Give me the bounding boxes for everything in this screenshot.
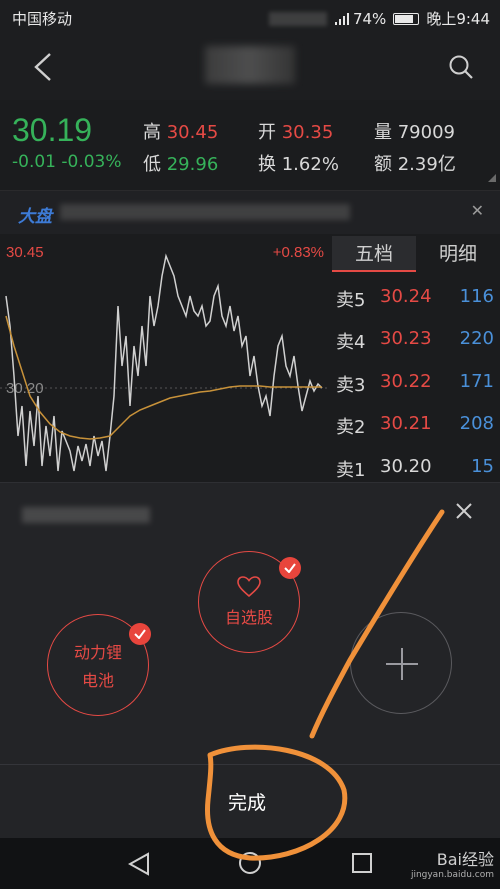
status-bar: 中国移动 74% 晚上9:44 xyxy=(0,0,500,34)
news-text-blurred xyxy=(60,204,350,220)
ask-label: 卖5 xyxy=(336,290,366,311)
open-label: 开 xyxy=(258,122,276,143)
ask-volume: 15 xyxy=(471,456,494,477)
low-label: 低 xyxy=(143,154,161,175)
home-circle-icon[interactable] xyxy=(238,851,262,875)
ask-price: 30.22 xyxy=(380,371,432,392)
add-group-button[interactable] xyxy=(350,612,452,714)
amount-item: 额 2.39亿 xyxy=(374,150,456,176)
ask-row-4: 卖4 30.23 220 xyxy=(332,328,500,358)
signal-icon xyxy=(334,12,349,25)
watermark-url: jingyan.baidu.com xyxy=(410,870,494,880)
price-line xyxy=(5,253,323,472)
ask-label: 卖1 xyxy=(336,460,366,481)
recents-square-icon[interactable] xyxy=(351,852,373,874)
ask-row-2: 卖2 30.21 208 xyxy=(332,413,500,443)
expand-caret-icon[interactable] xyxy=(486,174,496,182)
ask-volume: 171 xyxy=(459,371,494,392)
tab-details[interactable]: 明细 xyxy=(416,236,500,272)
order-book: 五档 明细 卖5 30.24 116 卖4 30.23 220 卖3 30.22… xyxy=(332,236,500,486)
ask-price: 30.23 xyxy=(380,328,432,349)
ask-price: 30.21 xyxy=(380,413,432,434)
carrier-name: 中国移动 xyxy=(12,10,73,28)
close-icon[interactable] xyxy=(454,501,474,521)
ask-label: 卖4 xyxy=(336,332,366,353)
intraday-chart[interactable]: 30.45 +0.83% 30.20 xyxy=(0,236,330,486)
close-news-icon[interactable]: ✕ xyxy=(471,201,484,220)
done-button[interactable]: 完成 xyxy=(228,788,266,815)
ask-label: 卖3 xyxy=(336,375,366,396)
high-value: 30.45 xyxy=(166,122,219,143)
panel-title-blurred xyxy=(22,507,150,523)
group-label-line2: 电池 xyxy=(81,671,114,690)
ask-price: 30.24 xyxy=(380,286,432,307)
news-ticker[interactable]: 大盘 ✕ xyxy=(0,190,500,234)
low-value: 29.96 xyxy=(166,154,219,175)
high-item: 高 30.45 xyxy=(143,118,218,144)
back-arrow-icon[interactable] xyxy=(30,50,60,84)
clock: 晚上9:44 xyxy=(426,10,490,28)
heart-icon xyxy=(237,576,261,598)
volume-value: 79009 xyxy=(397,122,455,143)
intraday-chart-svg: 30.45 +0.83% 30.20 xyxy=(0,244,330,472)
volume-label: 量 xyxy=(374,122,392,143)
check-icon xyxy=(279,557,301,579)
battery-percent: 74% xyxy=(352,9,387,28)
chart-top-price: 30.45 xyxy=(6,244,44,261)
low-item: 低 29.96 xyxy=(143,150,218,176)
battery-icon xyxy=(393,12,420,25)
ask-volume: 220 xyxy=(459,328,494,349)
high-label: 高 xyxy=(143,122,161,143)
search-icon[interactable] xyxy=(448,54,474,80)
turnover-item: 换 1.62% xyxy=(258,150,339,176)
open-value: 30.35 xyxy=(281,122,334,143)
group-label: 自选股 xyxy=(224,608,273,627)
top-nav-bar xyxy=(0,34,500,100)
ask-volume: 208 xyxy=(459,413,494,434)
ask-price: 30.20 xyxy=(380,456,432,477)
chart-mid-price: 30.20 xyxy=(6,380,44,397)
tab-five-levels[interactable]: 五档 xyxy=(332,236,416,272)
baidu-watermark: Bai经验 jingyan.baidu.com xyxy=(411,846,494,880)
current-price: 30.19 xyxy=(12,112,93,148)
turnover-label: 换 xyxy=(258,154,276,175)
turnover-value: 1.62% xyxy=(281,154,339,175)
order-book-tabs: 五档 明细 xyxy=(332,236,500,272)
ask-row-5: 卖5 30.24 116 xyxy=(332,286,500,316)
ask-label: 卖2 xyxy=(336,417,366,438)
group-label-line1: 动力锂 xyxy=(73,643,122,662)
volume-item: 量 79009 xyxy=(374,118,455,144)
price-change: -0.01 -0.03% xyxy=(12,152,122,172)
open-item: 开 30.35 xyxy=(258,118,333,144)
back-triangle-icon[interactable] xyxy=(128,852,150,876)
watermark-brand: Bai经验 xyxy=(436,850,494,869)
status-right: 74% 晚上9:44 xyxy=(268,8,490,29)
ask-row-3: 卖3 30.22 171 xyxy=(332,371,500,401)
check-icon xyxy=(129,623,151,645)
news-tag: 大盘 xyxy=(18,207,52,227)
amount-label: 额 xyxy=(374,154,392,175)
ask-volume: 116 xyxy=(459,286,494,307)
stock-title-blurred xyxy=(205,46,295,84)
blurred-status-icons xyxy=(268,11,327,26)
chart-top-pct: +0.83% xyxy=(273,244,324,261)
amount-value: 2.39亿 xyxy=(397,154,456,175)
